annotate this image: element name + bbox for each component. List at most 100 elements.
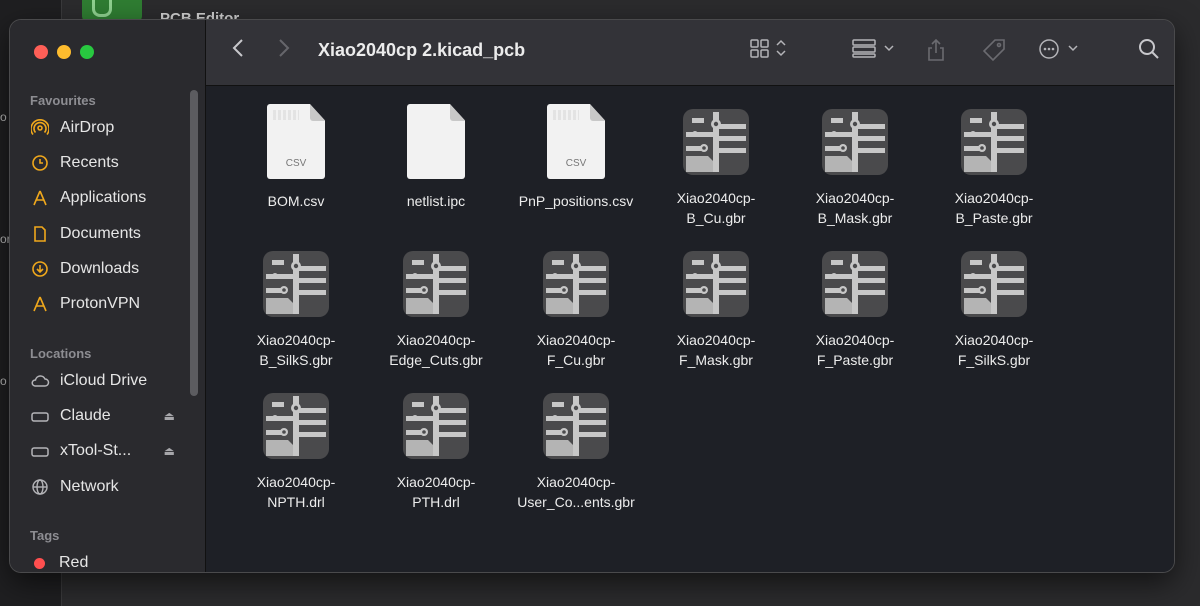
eject-icon[interactable]: ⏏ <box>164 409 175 423</box>
gerber-file-icon <box>403 393 469 459</box>
group-icon <box>852 39 894 58</box>
sidebar-item-airdrop[interactable]: AirDrop <box>30 113 195 143</box>
background-app-logo <box>82 0 142 22</box>
sidebar-item-claude[interactable]: Claude ⏏ <box>30 401 195 431</box>
tag-button[interactable] <box>982 38 1006 68</box>
drive-icon <box>30 441 50 461</box>
file-item[interactable]: CSV BOM.csv <box>236 104 356 211</box>
sidebar-item-label: Network <box>60 478 119 495</box>
sidebar-item-icloud-drive[interactable]: iCloud Drive <box>30 366 195 396</box>
sidebar-item-label: Documents <box>60 225 141 242</box>
sidebar-item-label: AirDrop <box>60 119 115 136</box>
chevron-left-icon <box>232 39 243 57</box>
sidebar: Favourites AirDrop Recents Applications … <box>10 20 206 572</box>
file-item[interactable]: Xiao2040cp- Edge_Cuts.gbr <box>376 246 496 370</box>
file-name: Xiao2040cp- B_Mask.gbr <box>815 190 895 226</box>
ellipsis-circle-icon <box>1039 39 1078 59</box>
download-icon <box>30 259 50 279</box>
file-item[interactable]: Xiao2040cp- PTH.drl <box>376 388 496 512</box>
file-item[interactable]: Xiao2040cp- F_Cu.gbr <box>516 246 636 370</box>
back-button[interactable] <box>232 38 244 64</box>
minimize-button[interactable] <box>57 45 71 59</box>
sidebar-item-downloads[interactable]: Downloads <box>30 254 195 284</box>
file-name: Xiao2040cp- B_Cu.gbr <box>676 190 756 226</box>
file-item[interactable]: Xiao2040cp- F_SilkS.gbr <box>934 246 1054 370</box>
toolbar: Xiao2040cp 2.kicad_pcb <box>206 20 1174 86</box>
group-button[interactable] <box>852 38 900 64</box>
search-button[interactable] <box>1138 38 1160 66</box>
file-name: Xiao2040cp- NPTH.drl <box>256 474 336 510</box>
tag-icon <box>982 39 1005 62</box>
share-icon <box>928 38 944 61</box>
gerber-file-icon <box>543 251 609 317</box>
gerber-file-icon <box>961 109 1027 175</box>
file-item[interactable]: Xiao2040cp- F_Mask.gbr <box>656 246 776 370</box>
file-extension-label: CSV <box>565 158 587 169</box>
view-mode-button[interactable] <box>750 38 790 64</box>
gerber-file-icon <box>543 393 609 459</box>
applications-icon <box>30 188 50 208</box>
file-name: Xiao2040cp- User_Co...ents.gbr <box>517 474 635 510</box>
file-name: Xiao2040cp- F_SilkS.gbr <box>954 332 1034 368</box>
sidebar-item-label: iCloud Drive <box>60 372 148 389</box>
gerber-file-icon <box>822 109 888 175</box>
sidebar-item-label: ProtonVPN <box>60 295 141 312</box>
sidebar-item-network[interactable]: Network <box>30 472 195 502</box>
clock-icon <box>30 153 50 173</box>
sidebar-item-documents[interactable]: Documents <box>30 219 195 249</box>
sidebar-item-protonvpn[interactable]: ProtonVPN <box>30 289 195 319</box>
sidebar-item-tag-red[interactable]: Red <box>30 548 195 572</box>
file-item[interactable]: Xiao2040cp- B_Cu.gbr <box>656 104 776 228</box>
gerber-file-icon <box>263 251 329 317</box>
search-icon <box>1139 39 1159 59</box>
file-item[interactable]: Xiao2040cp- B_SilkS.gbr <box>236 246 356 370</box>
drive-icon <box>30 406 50 426</box>
sidebar-item-recents[interactable]: Recents <box>30 148 195 178</box>
background-text: o <box>0 374 7 388</box>
file-extension-label: CSV <box>285 158 307 169</box>
file-name: Xiao2040cp- F_Mask.gbr <box>676 332 756 368</box>
gerber-file-icon <box>683 251 749 317</box>
file-name: netlist.ipc <box>406 193 466 209</box>
sidebar-item-label: Recents <box>60 154 119 171</box>
gerber-file-icon <box>822 251 888 317</box>
file-item[interactable]: Xiao2040cp- F_Paste.gbr <box>795 246 915 370</box>
eject-icon[interactable]: ⏏ <box>164 444 175 458</box>
file-name: Xiao2040cp- B_SilkS.gbr <box>256 332 336 368</box>
file-item[interactable]: CSV PnP_positions.csv <box>516 104 636 211</box>
file-name: PnP_positions.csv <box>518 193 634 209</box>
sidebar-item-label: Applications <box>60 189 147 206</box>
more-actions-button[interactable] <box>1038 38 1082 66</box>
file-item[interactable]: netlist.ipc <box>376 104 496 211</box>
share-button[interactable] <box>926 38 946 68</box>
file-grid: CSV BOM.csv netlist.ipc CSV PnP_positions.cs… <box>206 86 1174 572</box>
sidebar-section-locations: Locations <box>30 346 92 361</box>
sidebar-item-xtool[interactable]: xTool-St... ⏏ <box>30 436 195 466</box>
cloud-icon <box>30 371 50 391</box>
zoom-button[interactable] <box>80 45 94 59</box>
file-name: Xiao2040cp- F_Cu.gbr <box>536 332 616 368</box>
file-item[interactable]: Xiao2040cp- NPTH.drl <box>236 388 356 512</box>
airdrop-icon <box>30 118 50 138</box>
sidebar-scrollbar[interactable] <box>190 90 198 396</box>
file-item[interactable]: Xiao2040cp- B_Paste.gbr <box>934 104 1054 228</box>
chevron-right-icon <box>279 39 290 57</box>
csv-file-icon: CSV <box>267 104 325 179</box>
red-tag-icon <box>34 557 45 569</box>
file-item[interactable]: Xiao2040cp- User_Co...ents.gbr <box>516 388 636 512</box>
grid-view-icon <box>750 39 786 58</box>
document-file-icon <box>407 104 465 179</box>
background-text: o <box>0 110 7 124</box>
sidebar-item-label: Downloads <box>60 260 140 277</box>
sidebar-section-tags: Tags <box>30 528 60 543</box>
file-name: Xiao2040cp- PTH.drl <box>396 474 476 510</box>
globe-icon <box>30 477 50 497</box>
file-name: Xiao2040cp- B_Paste.gbr <box>954 190 1034 226</box>
sidebar-item-applications[interactable]: Applications <box>30 183 195 213</box>
gerber-file-icon <box>263 393 329 459</box>
close-button[interactable] <box>34 45 48 59</box>
file-item[interactable]: Xiao2040cp- B_Mask.gbr <box>795 104 915 228</box>
forward-button[interactable] <box>278 38 290 64</box>
gerber-file-icon <box>403 251 469 317</box>
csv-file-icon: CSV <box>547 104 605 179</box>
